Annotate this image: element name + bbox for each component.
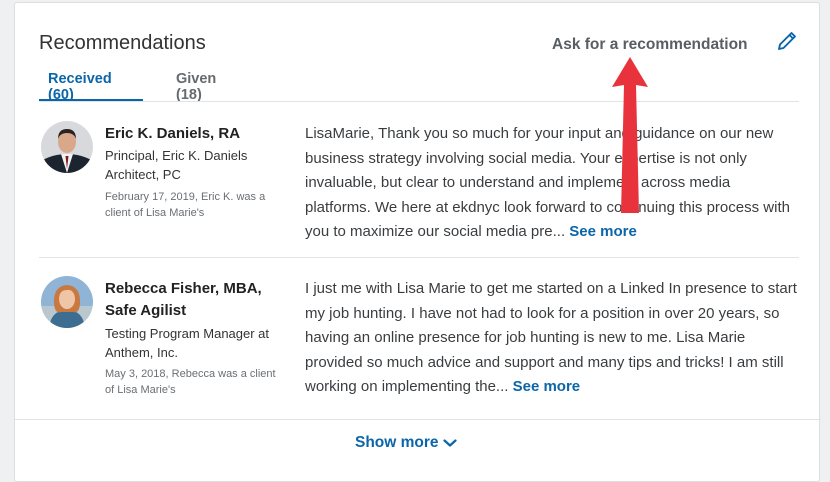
recommender-headline: Testing Program Manager at Anthem, Inc. [105, 326, 270, 360]
see-more-link[interactable]: See more [513, 378, 581, 395]
tab-given[interactable]: Given (18) [176, 71, 216, 103]
chevron-down-icon [442, 439, 457, 447]
tabs-divider [39, 101, 799, 102]
avatar[interactable] [41, 276, 93, 328]
recommender-name[interactable]: Rebecca Fisher, MBA, Safe Agilist [105, 278, 285, 322]
recommendation-item: Eric K. Daniels, RA Principal, Eric K. D… [39, 107, 799, 257]
show-more-button[interactable]: Show more [355, 434, 457, 452]
show-more-label: Show more [355, 434, 439, 451]
recommendation-meta: May 3, 2018, Rebecca was a client of Lis… [105, 368, 276, 396]
avatar[interactable] [41, 121, 93, 173]
recommendations-card: Recommendations Ask for a recommendation… [14, 2, 821, 482]
see-more-link[interactable]: See more [569, 223, 637, 240]
recommendation-text: LisaMarie, Thank you so much for your in… [305, 125, 790, 240]
recommendation-text-block: LisaMarie, Thank you so much for your in… [305, 122, 799, 245]
recommendation-text-block: I just me with Lisa Marie to get me star… [305, 277, 799, 400]
recommendation-item: Rebecca Fisher, MBA, Safe Agilist Testin… [39, 262, 799, 420]
recommendation-divider [39, 257, 799, 258]
section-title: Recommendations [39, 32, 206, 54]
footer-divider [15, 419, 821, 420]
ask-recommendation-link[interactable]: Ask for a recommendation [552, 36, 748, 54]
recommendation-meta: February 17, 2019, Eric K. was a client … [105, 191, 266, 219]
recommender-headline: Principal, Eric K. Daniels Architect, PC [105, 148, 248, 182]
pencil-icon[interactable] [775, 29, 799, 53]
recommender-name[interactable]: Eric K. Daniels, RA [105, 123, 285, 145]
